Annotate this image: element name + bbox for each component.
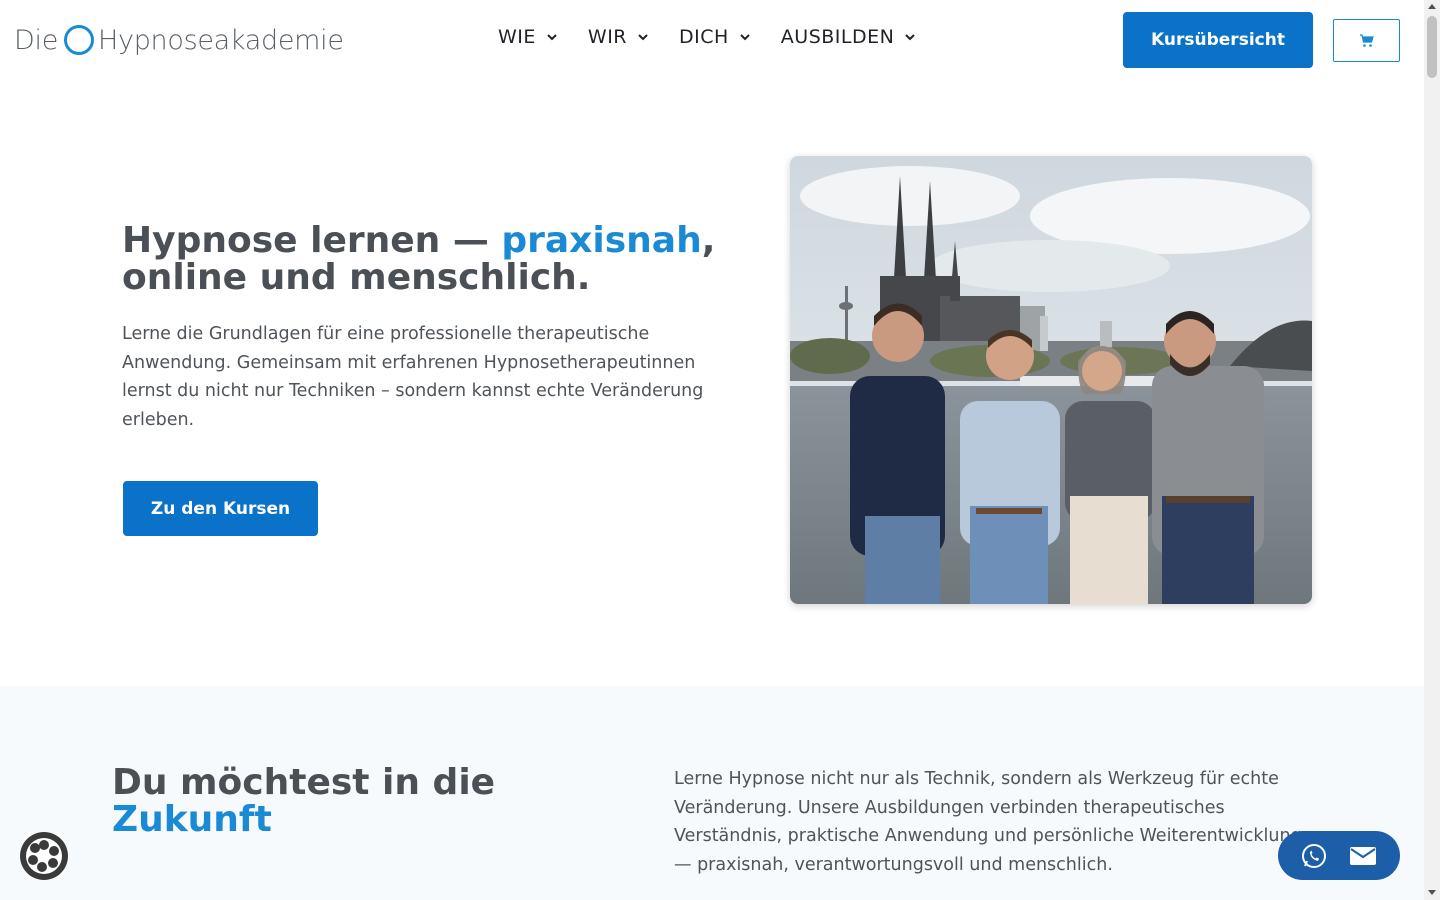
scroll-thumb[interactable] [1427, 16, 1437, 78]
nav-item-ausbilden[interactable]: AUSBILDEN [781, 26, 917, 48]
logo-name: Hypnoseakademie [98, 24, 344, 56]
cookie-settings-icon [26, 838, 62, 874]
hero-title: Hypnose lernen — praxisnah, online und m… [122, 222, 762, 296]
scroll-down-arrow-icon[interactable] [1428, 890, 1436, 895]
team-photo [790, 156, 1312, 604]
logo-ring-icon [64, 25, 95, 55]
hero-title-part1: Hypnose lernen — [122, 220, 502, 261]
chevron-down-icon [905, 34, 916, 41]
logo[interactable]: Die Hypnoseakademie [14, 22, 344, 58]
scroll-up-arrow-icon[interactable] [1428, 4, 1436, 9]
whatsapp-icon[interactable] [1301, 843, 1327, 869]
shopping-cart-icon [1359, 33, 1374, 47]
nav-label: WIE [498, 26, 536, 48]
cookie-settings-button[interactable] [20, 832, 68, 880]
site-header: Die Hypnoseakademie WIE WIR DICH AUSBILD… [0, 0, 1424, 80]
nav-label: AUSBILDEN [780, 26, 895, 48]
section-description: Lerne Hypnose nicht nur als Technik, son… [674, 769, 1302, 875]
section-title-line1: Du möchtest in die [112, 762, 496, 803]
nav-item-dich[interactable]: DICH [679, 26, 751, 48]
hero-description: Lerne die Grundlagen für eine profession… [122, 324, 704, 430]
section-title: Du möchtest in die Zukunft [112, 764, 612, 838]
nav-label: DICH [679, 26, 729, 48]
main-nav: WIE WIR DICH AUSBILDEN [498, 26, 916, 48]
chevron-down-icon [740, 34, 750, 41]
to-courses-button[interactable]: Zu den Kursen [123, 481, 318, 536]
section-title-accent: Zukunft [112, 799, 272, 840]
nav-item-wir[interactable]: WIR [588, 26, 649, 48]
nav-label: WIR [587, 26, 627, 48]
hero-title-accent: praxisnah [501, 220, 702, 261]
team-photo-illustration [790, 156, 1312, 604]
cart-button[interactable] [1333, 19, 1400, 62]
mail-icon[interactable] [1349, 845, 1377, 867]
hero-title-part2: , [701, 220, 716, 261]
chevron-down-icon [638, 34, 648, 41]
nav-item-wie[interactable]: WIE [498, 26, 558, 48]
page-scrollbar[interactable] [1424, 0, 1440, 900]
course-overview-button[interactable]: Kursübersicht [1123, 12, 1313, 68]
chevron-down-icon [547, 34, 557, 41]
logo-prefix: Die [14, 24, 59, 56]
contact-widget [1278, 831, 1400, 880]
hero-title-line2: online und menschlich. [122, 257, 591, 298]
